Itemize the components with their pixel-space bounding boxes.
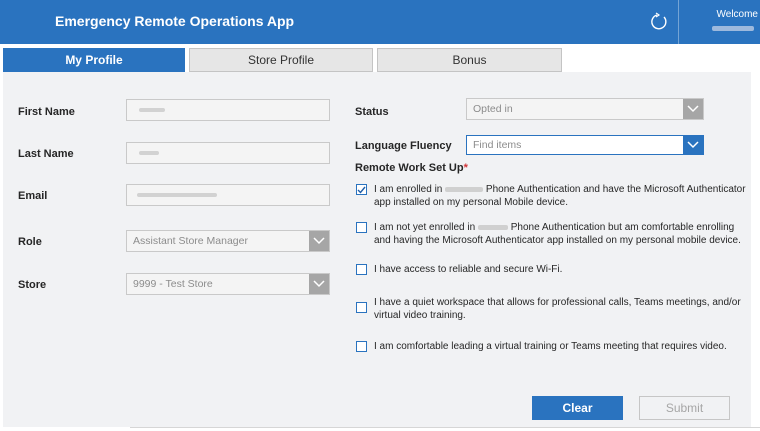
remote-setup-label-text: Remote Work Set Up (355, 162, 464, 174)
checkmark-icon (357, 186, 366, 194)
chevron-down-icon[interactable] (309, 231, 329, 251)
remote-option-1-text: I am enrolled in Phone Authentication an… (374, 183, 746, 209)
refresh-icon[interactable] (648, 11, 670, 33)
role-select[interactable]: Assistant Store Manager (126, 230, 330, 252)
remote-option-5[interactable]: I am comfortable leading a virtual train… (356, 340, 746, 353)
status-value: Opted in (473, 103, 513, 115)
required-marker: * (463, 162, 468, 174)
header-divider (678, 0, 679, 44)
checkbox-unchecked[interactable] (356, 222, 367, 233)
store-label: Store (18, 279, 47, 291)
role-label: Role (18, 236, 42, 248)
remote-option-4-text: I have a quiet workspace that allows for… (374, 297, 741, 321)
bottom-divider (130, 427, 760, 428)
last-name-label: Last Name (18, 148, 74, 160)
role-value: Assistant Store Manager (133, 235, 248, 247)
remote-option-2[interactable]: I am not yet enrolled in Phone Authentic… (356, 221, 746, 247)
welcome-text: Welcome (716, 9, 759, 20)
status-label: Status (355, 106, 389, 118)
store-value: 9999 - Test Store (133, 278, 213, 290)
app-title: Emergency Remote Operations App (55, 13, 295, 29)
tab-my-profile[interactable]: My Profile (3, 48, 185, 72)
redacted-value (139, 151, 159, 155)
language-label: Language Fluency (355, 140, 452, 152)
remote-option-3-text: I have access to reliable and secure Wi-… (374, 264, 563, 275)
tab-bonus[interactable]: Bonus (377, 48, 562, 72)
redacted-value (137, 193, 217, 197)
remote-setup-label: Remote Work Set Up* (355, 162, 468, 174)
submit-button[interactable]: Submit (639, 396, 730, 420)
language-search-input[interactable]: Find items (466, 135, 704, 155)
option-text-part: I am not yet enrolled in (374, 222, 478, 233)
email-label: Email (18, 190, 48, 202)
status-select[interactable]: Opted in (466, 98, 704, 120)
remote-option-3[interactable]: I have access to reliable and secure Wi-… (356, 263, 746, 276)
user-name-redacted (712, 26, 754, 31)
chevron-down-icon[interactable] (683, 99, 703, 119)
redacted-value (139, 108, 165, 112)
tab-store-profile[interactable]: Store Profile (189, 48, 373, 72)
profile-panel (3, 72, 751, 427)
clear-button[interactable]: Clear (532, 396, 623, 420)
redacted-company (477, 224, 508, 230)
checkbox-checked[interactable] (356, 184, 367, 195)
app-header: Emergency Remote Operations App Welcome (0, 0, 760, 44)
checkbox-unchecked[interactable] (356, 341, 367, 352)
checkbox-unchecked[interactable] (356, 264, 367, 275)
chevron-down-icon[interactable] (309, 274, 329, 294)
first-name-field[interactable] (126, 99, 330, 121)
store-select[interactable]: 9999 - Test Store (126, 273, 330, 295)
last-name-field[interactable] (126, 142, 330, 164)
remote-option-5-text: I am comfortable leading a virtual train… (374, 341, 727, 352)
remote-option-1[interactable]: I am enrolled in Phone Authentication an… (356, 183, 746, 209)
first-name-label: First Name (18, 106, 75, 118)
chevron-down-icon[interactable] (683, 136, 703, 154)
option-text-part: I am enrolled in (374, 184, 446, 195)
language-placeholder: Find items (473, 139, 522, 151)
remote-option-4[interactable]: I have a quiet workspace that allows for… (356, 296, 746, 322)
email-field[interactable] (126, 184, 330, 206)
checkbox-unchecked[interactable] (356, 302, 367, 313)
remote-option-2-text: I am not yet enrolled in Phone Authentic… (374, 221, 746, 247)
redacted-company (445, 186, 484, 192)
